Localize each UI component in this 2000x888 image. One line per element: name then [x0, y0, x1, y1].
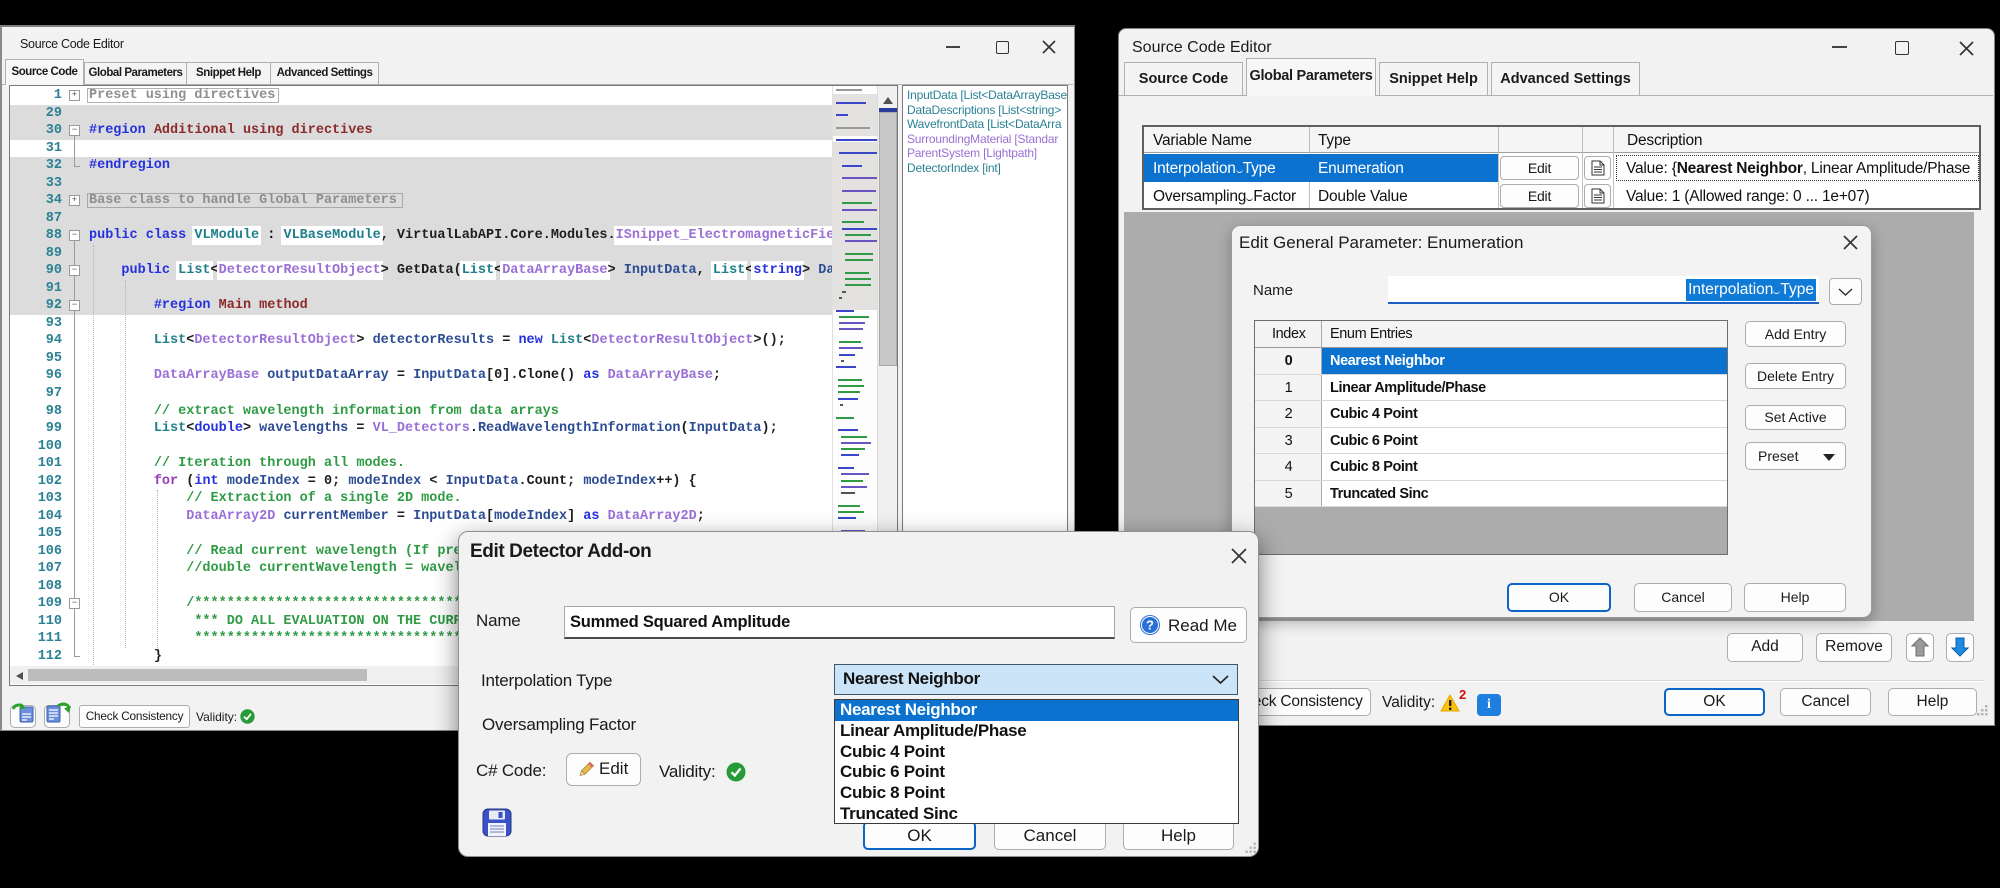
svg-text:?: ? — [1146, 618, 1154, 633]
